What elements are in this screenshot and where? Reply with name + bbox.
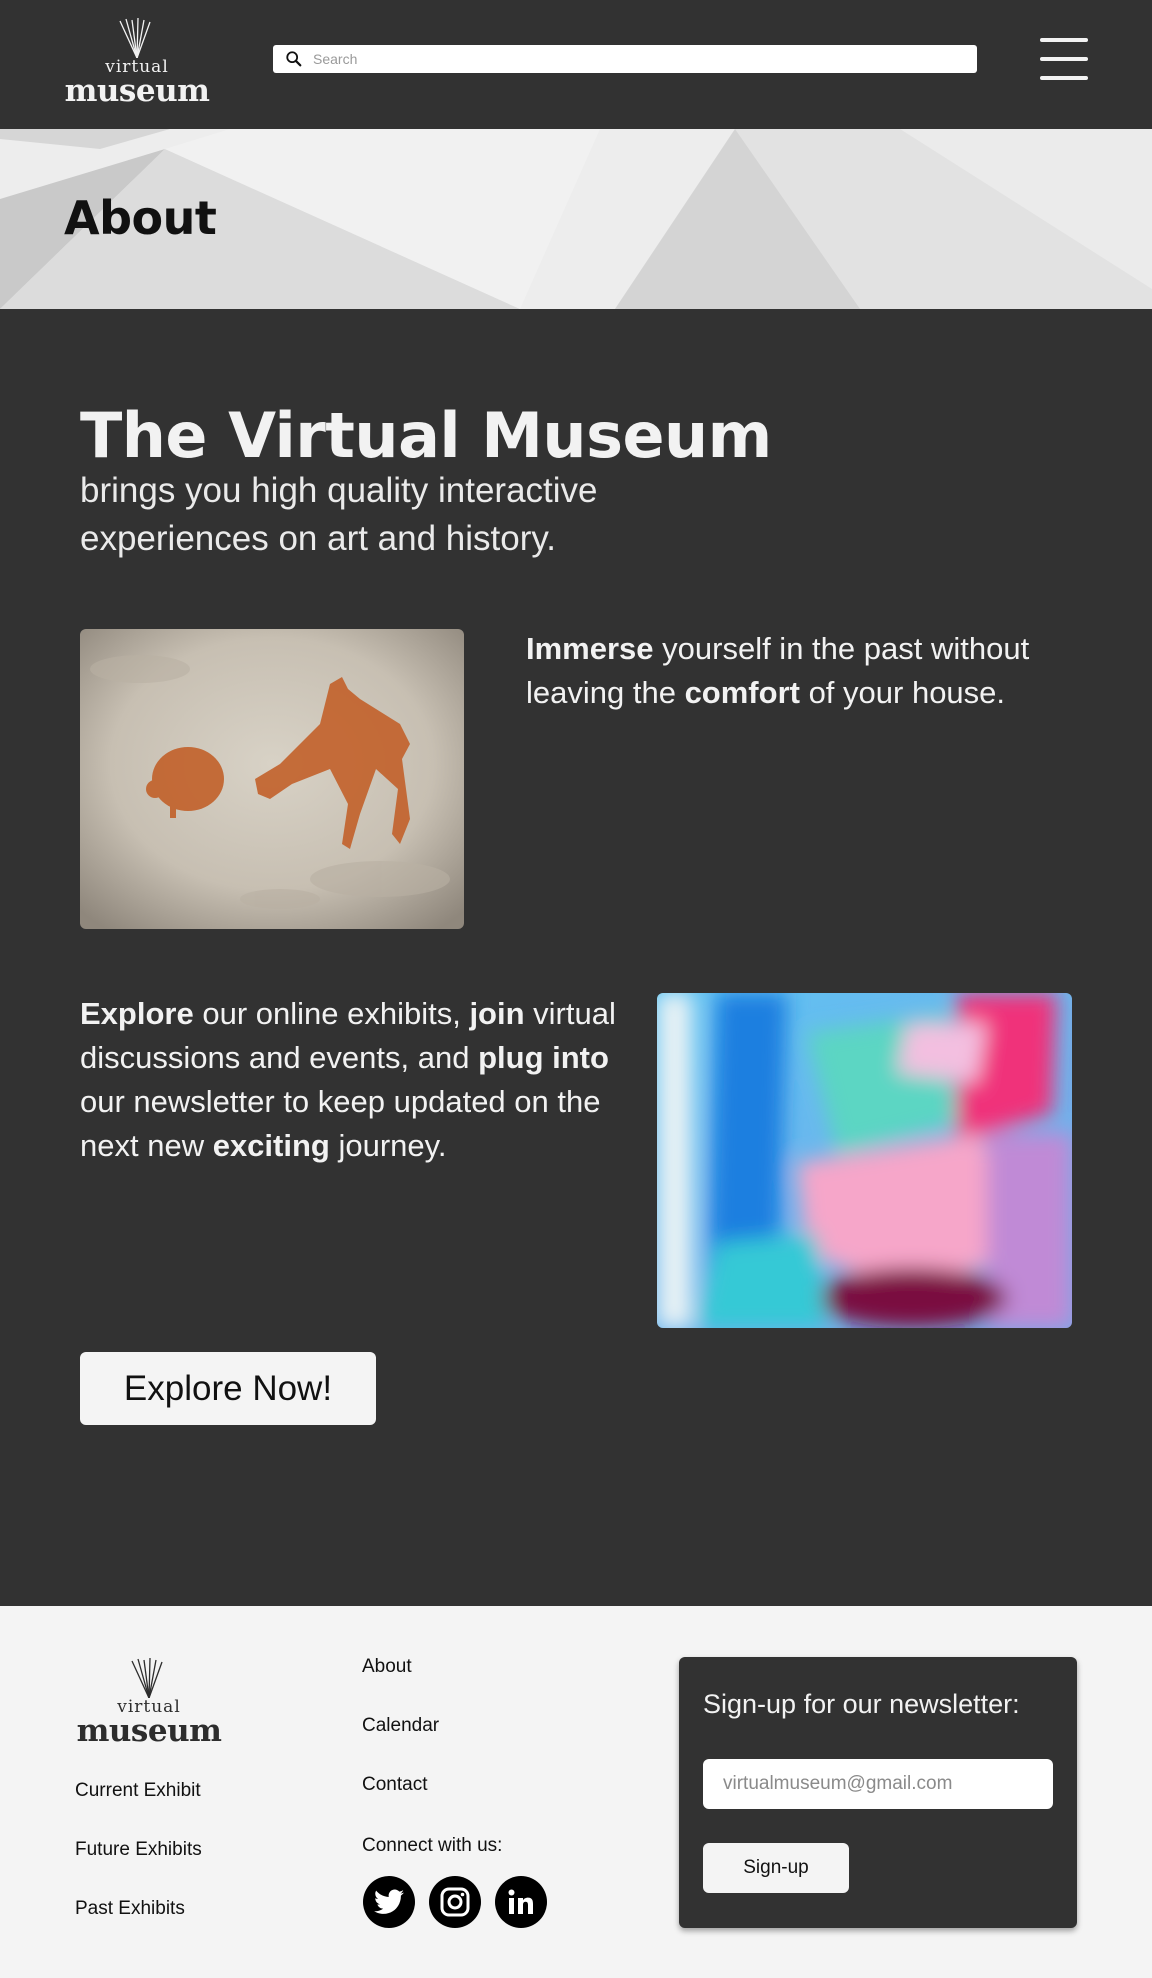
logo-big-text: museum [76,1713,222,1749]
twitter-icon[interactable] [363,1876,415,1928]
connect-label: Connect with us: [362,1835,503,1856]
paragraph-text: of your house. [799,675,1006,710]
hero-subtitle: brings you high quality interactive expe… [80,471,598,558]
logo-big-text: museum [64,73,210,109]
newsletter-email-input[interactable] [703,1759,1053,1809]
paragraph-text: journey. [329,1128,447,1163]
site-logo[interactable]: virtual museum [64,18,210,109]
plug-into-word: plug into [478,1040,609,1075]
footer-logo[interactable]: virtual museum [76,1658,222,1749]
hero-title: The Virtual Museum [80,399,772,472]
instagram-icon[interactable] [429,1876,481,1928]
footer-link-past-exhibits[interactable]: Past Exhibits [75,1898,185,1920]
abstract-painting-image [657,993,1072,1328]
menu-bar [1040,76,1088,80]
footer-link-future-exhibits[interactable]: Future Exhibits [75,1839,202,1861]
logo-brush-icon [119,18,151,58]
join-word: join [469,996,525,1031]
signup-button[interactable]: Sign-up [703,1843,849,1893]
immerse-word: Immerse [526,631,654,666]
menu-bar [1040,38,1088,42]
menu-bar [1040,57,1088,61]
footer-link-current-exhibit[interactable]: Current Exhibit [75,1780,201,1802]
footer-link-about[interactable]: About [362,1656,412,1678]
site-footer: virtual museum Current Exhibit Future Ex… [0,1606,1152,1978]
search-bar[interactable] [273,45,977,73]
comfort-word: comfort [684,675,800,710]
page-banner: About [0,129,1152,309]
main-content: The Virtual Museum brings you high quali… [0,309,1152,1606]
search-input[interactable] [313,51,953,67]
cave-painting-image [80,629,464,929]
newsletter-title: Sign-up for our newsletter: [703,1689,1020,1719]
paragraph-text: our online exhibits, [193,996,470,1031]
newsletter-card: Sign-up for our newsletter: Sign-up [679,1657,1077,1928]
explore-now-button[interactable]: Explore Now! [80,1352,376,1425]
explore-word: Explore [80,996,194,1031]
hamburger-menu-icon[interactable] [1040,38,1088,80]
search-icon [286,51,302,67]
footer-link-contact[interactable]: Contact [362,1774,427,1796]
immerse-paragraph: Immerse yourself in the past without lea… [526,627,1086,715]
site-header: virtual museum [0,0,1152,129]
footer-link-calendar[interactable]: Calendar [362,1715,439,1737]
exciting-word: exciting [212,1128,330,1163]
page-title: About [64,191,217,245]
logo-brush-icon [131,1658,163,1698]
linkedin-icon[interactable] [495,1876,547,1928]
explore-paragraph: Explore our online exhibits, join virtua… [80,992,620,1168]
